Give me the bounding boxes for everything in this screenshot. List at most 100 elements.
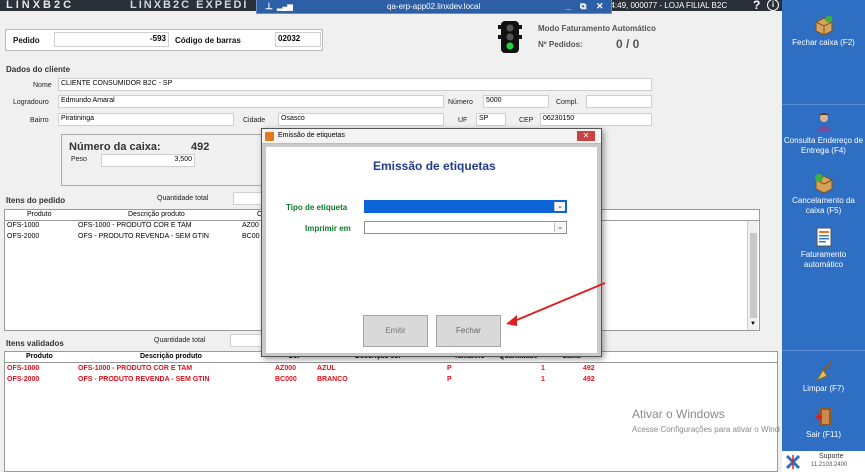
chevron-down-icon[interactable]: ⌄ [554,223,565,232]
validated-row1-caixa: 492 [583,365,595,372]
barcode-field[interactable]: 02032 [275,32,321,47]
validated-qty-label: Quantidade total [154,337,206,344]
close-button[interactable]: ✕ [596,1,604,12]
annotation-arrow [506,282,606,326]
validated-row2-quantidade: 1 [541,376,545,383]
bairro-label: Bairro [30,117,49,124]
sidebar-separator [782,104,865,105]
barcode-label: Código de barras [175,36,241,45]
broom-icon [815,361,832,382]
support-icon [785,454,801,470]
items-header-produto: Produto [27,211,52,218]
sidebar-item-label: Cancelamento da caixa (F5) [792,196,855,215]
session-info: 14:49, 000077 - LOJA FILIAL B2C [606,1,728,10]
validated-row1-tamanho: P [447,365,452,372]
tipo-etiqueta-label: Tipo de etiqueta [286,203,348,212]
validated-qty-field[interactable] [230,334,262,347]
sidebar-item-cancelamento[interactable]: Cancelamento da caixa (F5) [782,172,865,216]
validated-row1-produto: OFS-1000 [7,365,40,372]
bairro-value: Piratininga [61,115,95,122]
sidebar-item-suporte[interactable]: Suporte 11.2103.2400 [782,451,865,472]
bairro-field[interactable]: Piratininga [58,113,234,126]
validated-row1-descricao-cor: AZUL [317,365,336,372]
sidebar: Fechar caixa (F2) Consulta Endereço de E… [782,0,865,472]
dialog-title-bar: Emissão de etiquetas ✕ [262,129,601,144]
uf-field[interactable]: SP [476,113,506,126]
box-cancel-icon [814,174,832,194]
imprimir-em-select[interactable]: ⌄ [364,221,567,234]
cep-label: CEP [519,117,534,124]
traffic-light-icon [498,19,522,57]
numero-field[interactable]: 5000 [483,95,549,108]
count-value: 0 / 0 [616,37,640,51]
validated-section-title: Itens validados [6,339,64,348]
pedido-field[interactable]: -593 [54,32,169,47]
dialog-app-icon [265,132,274,141]
sidebar-item-fechar-caixa[interactable]: Fechar caixa (F2) [782,14,865,48]
info-icon[interactable]: i [767,0,779,11]
invoice-icon [816,227,831,247]
validated-row1-quantidade: 1 [541,365,545,372]
numero-label: Número [448,99,473,106]
sidebar-item-label: Fechar caixa (F2) [792,38,855,47]
cidade-field[interactable]: Osasco [278,113,444,126]
activation-watermark-subtitle: Acesse Configurações para ativar o Windo… [632,425,780,434]
sidebar-item-limpar[interactable]: Limpar (F7) [782,360,865,394]
caixa-label: Número da caixa: [69,141,161,153]
sidebar-item-consulta-endereco[interactable]: Consulta Endereço de Entrega (F4) [782,112,865,156]
validated-row2-descricao: OFS - PRODUTO REVENDA - SEM GTIN [78,376,210,383]
cidade-label: Cidade [243,117,266,124]
validated-row2-descricao-cor: BRANCO [317,376,348,383]
sidebar-item-faturamento[interactable]: Faturamento automático [782,226,865,270]
remote-host: qa-erp-app02.linxdev.local [387,2,481,11]
app-brand: LINXB2C [6,0,75,11]
validated-header-produto: Produto [26,353,53,360]
scroll-down-icon[interactable]: ▼ [750,321,756,327]
items-scrollbar[interactable]: ▼ [747,221,758,330]
dialog-heading: Emissão de etiquetas [373,159,496,173]
items-qty-field[interactable] [233,192,263,205]
minimize-button[interactable]: _ [566,1,571,11]
items-row2-descricao: OFS - PRODUTO REVENDA - SEM GTIN [78,233,209,240]
table-row[interactable]: OFS-2000 OFS - PRODUTO REVENDA - SEM GTI… [5,376,605,386]
emitir-button[interactable]: Emitir [363,315,428,347]
dialog-window-title: Emissão de etiquetas [278,132,345,139]
fechar-button[interactable]: Fechar [436,315,501,347]
count-label: Nº Pedidos: [538,40,583,49]
pin-icon[interactable]: ⊥ [265,1,273,12]
validated-row1-descricao: OFS-1000 - PRODUTO COR E TAM [78,365,193,372]
items-row1-descricao: OFS-1000 - PRODUTO COR E TAM [78,222,192,229]
table-row[interactable]: OFS-2000 OFS - PRODUTO REVENDA - SEM GTI… [5,233,263,243]
sidebar-item-label: Consulta Endereço de Entrega (F4) [783,136,864,155]
items-row2-cor: BC00 [242,233,260,240]
logradouro-value: Edmundo Amaral [61,97,115,104]
nome-value: CLIENTE CONSUMIDOR B2C - SP [61,80,173,87]
items-scrollbar-thumb[interactable] [750,233,757,318]
items-row1-produto: OFS-1000 [7,222,40,229]
tipo-etiqueta-select[interactable]: ⌄ [364,200,567,213]
sidebar-item-label: Faturamento automático [800,250,847,269]
compl-field[interactable] [586,95,652,108]
logradouro-label: Logradouro [13,99,49,106]
peso-field[interactable]: 3,500 [101,154,195,167]
nome-field[interactable]: CLIENTE CONSUMIDOR B2C - SP [58,78,652,91]
cep-field[interactable]: 06230150 [540,113,652,126]
chevron-down-icon[interactable]: ⌄ [554,202,565,211]
table-row[interactable]: OFS-1000 OFS-1000 - PRODUTO COR E TAM AZ… [5,222,263,232]
signal-icon: ▂▄▆ [277,4,293,11]
logradouro-field[interactable]: Edmundo Amaral [58,95,444,108]
items-header-descricao: Descrição produto [128,211,185,218]
restore-button[interactable]: ⧉ [580,1,586,12]
pedido-label: Pedido [13,36,40,45]
validated-row2-cor: BC000 [275,376,297,383]
dialog-close-button[interactable]: ✕ [577,131,595,141]
mode-label: Modo Faturamento Automático [538,24,656,33]
uf-value: SP [479,115,489,122]
person-address-icon [815,113,832,132]
sidebar-item-sair[interactable]: Sair (F11) [782,406,865,440]
pedido-value: -593 [149,34,166,43]
table-row[interactable]: OFS-1000 OFS-1000 - PRODUTO COR E TAM AZ… [5,365,605,375]
compl-label: Compl. [556,99,579,106]
imprimir-em-label: Imprimir em [305,224,351,233]
help-icon[interactable]: ? [753,0,760,12]
